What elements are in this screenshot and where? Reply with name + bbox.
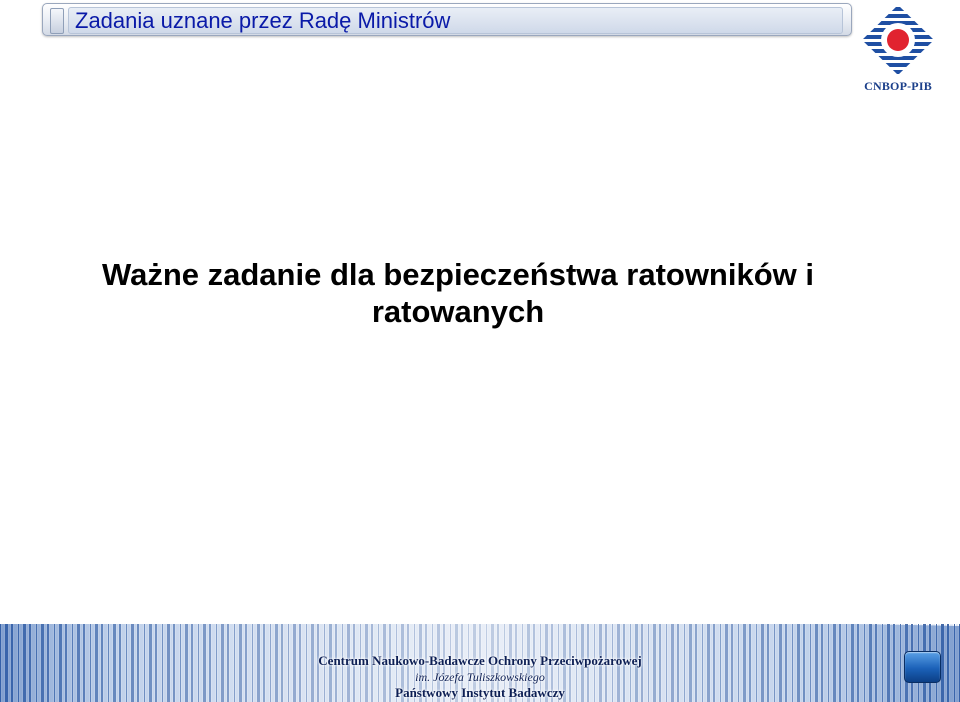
blue-square-button-icon[interactable] bbox=[904, 651, 941, 683]
title-tab-decoration bbox=[50, 8, 64, 34]
footer-line-1-text: Centrum Naukowo-Badawcze Ochrony Przeciw… bbox=[318, 653, 642, 668]
footer-line-2-text: im. Józefa Tuliszkowskiego bbox=[415, 670, 545, 684]
cnbop-emblem-icon bbox=[862, 5, 934, 75]
footer-line-3: Państwowy Instytut Badawczy bbox=[0, 685, 960, 701]
slide-title: Zadania uznane przez Radę Ministrów bbox=[75, 8, 451, 33]
slide-title-bar: Zadania uznane przez Radę Ministrów bbox=[42, 3, 852, 36]
main-heading: Ważne zadanie dla bezpieczeństwa ratowni… bbox=[60, 256, 856, 330]
title-inner-panel: Zadania uznane przez Radę Ministrów bbox=[68, 7, 843, 34]
footer-banner: Centrum Naukowo-Badawcze Ochrony Przeciw… bbox=[0, 624, 960, 702]
footer-line-2: im. Józefa Tuliszkowskiego bbox=[0, 670, 960, 685]
footer-line-3-text: Państwowy Instytut Badawczy bbox=[395, 685, 565, 700]
main-heading-line-1: Ważne zadanie dla bezpieczeństwa ratowni… bbox=[101, 257, 815, 292]
footer-line-1: Centrum Naukowo-Badawcze Ochrony Przeciw… bbox=[0, 653, 960, 669]
main-heading-line-2: ratowanych bbox=[371, 294, 545, 329]
cnbop-logo: CNBOP-PIB bbox=[858, 3, 938, 95]
logo-label: CNBOP-PIB bbox=[864, 79, 932, 93]
